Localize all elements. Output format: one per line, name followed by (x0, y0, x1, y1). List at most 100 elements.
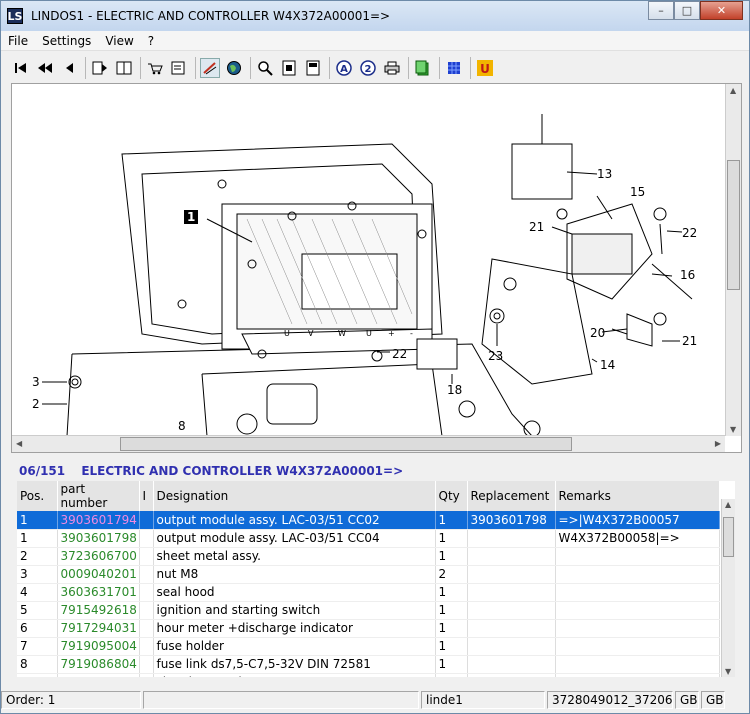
export-icon[interactable] (413, 58, 433, 78)
terminal-label: - (410, 329, 413, 338)
drawing-vertical-scrollbar[interactable]: ▲ ▼ (725, 84, 741, 436)
table-row[interactable]: 4 3603631701 seal hood 1 (17, 583, 720, 602)
table-row[interactable]: 5 7915492618 ignition and starting switch 1 (17, 601, 720, 620)
help-icon[interactable]: 2 (358, 58, 378, 78)
scroll-right-icon[interactable]: ▶ (715, 439, 721, 448)
menu-view[interactable]: View (98, 34, 140, 48)
parts-drawing[interactable]: U V W U + - 1 2 3 8 13 14 15 16 18 20 21 (11, 83, 742, 453)
scroll-up-icon[interactable]: ▲ (730, 86, 736, 95)
menu-file[interactable]: File (1, 34, 35, 48)
callout-3[interactable]: 3 (32, 375, 40, 389)
table-row[interactable]: 3 0009040201 nut M8 2 (17, 565, 720, 584)
scroll-left-icon[interactable]: ◀ (16, 439, 22, 448)
table-vertical-scrollbar[interactable]: ▲ ▼ (721, 499, 735, 677)
callout-14[interactable]: 14 (600, 358, 615, 372)
callout-8[interactable]: 8 (178, 419, 186, 433)
drawing-horizontal-scrollbar[interactable]: ◀ ▶ (12, 435, 725, 452)
previous-icon[interactable] (59, 58, 79, 78)
edit-list-icon[interactable] (169, 58, 189, 78)
table-row[interactable]: 1 3903601794 output module assy. LAC-03/51… (17, 511, 720, 530)
parts-list-header: 06/151 ELECTRIC AND CONTROLLER W4X372A00… (19, 464, 403, 478)
globe-icon[interactable] (224, 58, 244, 78)
u-logo-icon[interactable]: U (475, 58, 495, 78)
page-full-icon[interactable] (303, 58, 323, 78)
maximize-button[interactable]: □ (674, 1, 700, 20)
cell-remarks: W4X372B00058|=> (555, 529, 720, 548)
book-icon[interactable] (114, 58, 134, 78)
print-icon[interactable] (382, 58, 402, 78)
cell-qty: 1 (435, 619, 468, 638)
column-header-i[interactable]: I (139, 481, 154, 511)
callout-23[interactable]: 23 (488, 349, 503, 363)
cell-replacement (467, 601, 556, 620)
drawing-horizontal-scroll-thumb[interactable] (120, 437, 572, 451)
table-header-row: Pos. part number I Designation Qty Repla… (17, 481, 720, 511)
cart-icon[interactable] (145, 58, 165, 78)
scroll-down-icon[interactable]: ▼ (730, 425, 736, 434)
cell-i (139, 529, 154, 548)
column-header-qty[interactable]: Qty (435, 481, 468, 511)
close-button[interactable]: ✕ (700, 1, 743, 20)
cell-designation: nut M8 (153, 565, 436, 584)
drawing-vertical-scroll-thumb[interactable] (727, 160, 740, 290)
next-section-icon[interactable] (90, 58, 110, 78)
callout-2[interactable]: 2 (32, 397, 40, 411)
svg-text:U: U (480, 62, 490, 76)
cell-pos: 5 (17, 601, 58, 620)
table-row[interactable]: 1 3903601798 output module assy. LAC-03/51… (17, 529, 720, 548)
cell-qty: 1 (435, 583, 468, 602)
cell-qty: 1 (435, 511, 468, 530)
callout-18[interactable]: 18 (447, 383, 462, 397)
column-header-part-number[interactable]: part number (57, 481, 140, 511)
callout-22-right[interactable]: 22 (682, 226, 697, 240)
status-empty-panel (143, 691, 419, 709)
pen-icon[interactable] (200, 58, 220, 78)
zoom-icon[interactable] (255, 58, 275, 78)
cell-designation: signal transmitter 24V-420Hz (153, 673, 436, 677)
cell-remarks: =>|W4X372B00057 (555, 511, 720, 530)
cell-replacement: 3903601798 (467, 511, 556, 530)
table-row[interactable]: 2 3723606700 sheet metal assy. 1 (17, 547, 720, 566)
previous-section-icon[interactable] (35, 58, 55, 78)
table-row[interactable]: 6 7917294031 hour meter +discharge indicat… (17, 619, 720, 638)
callout-16[interactable]: 16 (680, 268, 695, 282)
callout-21-upper[interactable]: 21 (529, 220, 544, 234)
cell-designation: hour meter +discharge indicator (153, 619, 436, 638)
callout-20[interactable]: 20 (590, 326, 605, 340)
table-row[interactable]: 7 7919095004 fuse holder 1 (17, 637, 720, 656)
cell-part-number: 7918915322 (57, 673, 140, 677)
column-header-pos[interactable]: Pos. (17, 481, 58, 511)
cell-replacement (467, 655, 556, 674)
cell-qty: 1 (435, 547, 468, 566)
menu-settings[interactable]: Settings (35, 34, 98, 48)
table-row[interactable]: 8 7919086804 fuse link ds7,5-C7,5-32V DIN … (17, 655, 720, 674)
page-view-icon[interactable] (279, 58, 299, 78)
status-language-1: GB (675, 691, 699, 709)
info-a-icon[interactable]: A (334, 58, 354, 78)
column-header-replacement[interactable]: Replacement (467, 481, 556, 511)
callout-22-lower[interactable]: 22 (392, 347, 407, 361)
cell-replacement (467, 619, 556, 638)
column-header-designation[interactable]: Designation (153, 481, 436, 511)
scroll-up-icon[interactable]: ▲ (725, 500, 731, 509)
callout-1[interactable]: 1 (187, 210, 195, 224)
cell-i (139, 673, 154, 677)
cell-remarks (555, 547, 720, 566)
cell-pos: 8 (17, 655, 58, 674)
grid-icon[interactable] (444, 58, 464, 78)
callout-13[interactable]: 13 (597, 167, 612, 181)
first-page-icon[interactable] (11, 58, 31, 78)
cell-qty: 1 (435, 637, 468, 656)
table-row[interactable]: 97918915322 signal transmitter 24V-420Hz1 (17, 673, 720, 677)
callout-15[interactable]: 15 (630, 185, 645, 199)
cell-part-number: 3603631701 (57, 583, 140, 602)
table-scroll-thumb[interactable] (723, 517, 734, 557)
scroll-down-icon[interactable]: ▼ (725, 667, 731, 676)
status-user: linde1 (421, 691, 545, 709)
column-header-remarks[interactable]: Remarks (555, 481, 720, 511)
cell-i (139, 655, 154, 674)
minimize-button[interactable]: – (648, 1, 674, 20)
cell-designation: fuse link ds7,5-C7,5-32V DIN 72581 (153, 655, 436, 674)
menu-help[interactable]: ? (141, 34, 161, 48)
callout-21-lower[interactable]: 21 (682, 334, 697, 348)
